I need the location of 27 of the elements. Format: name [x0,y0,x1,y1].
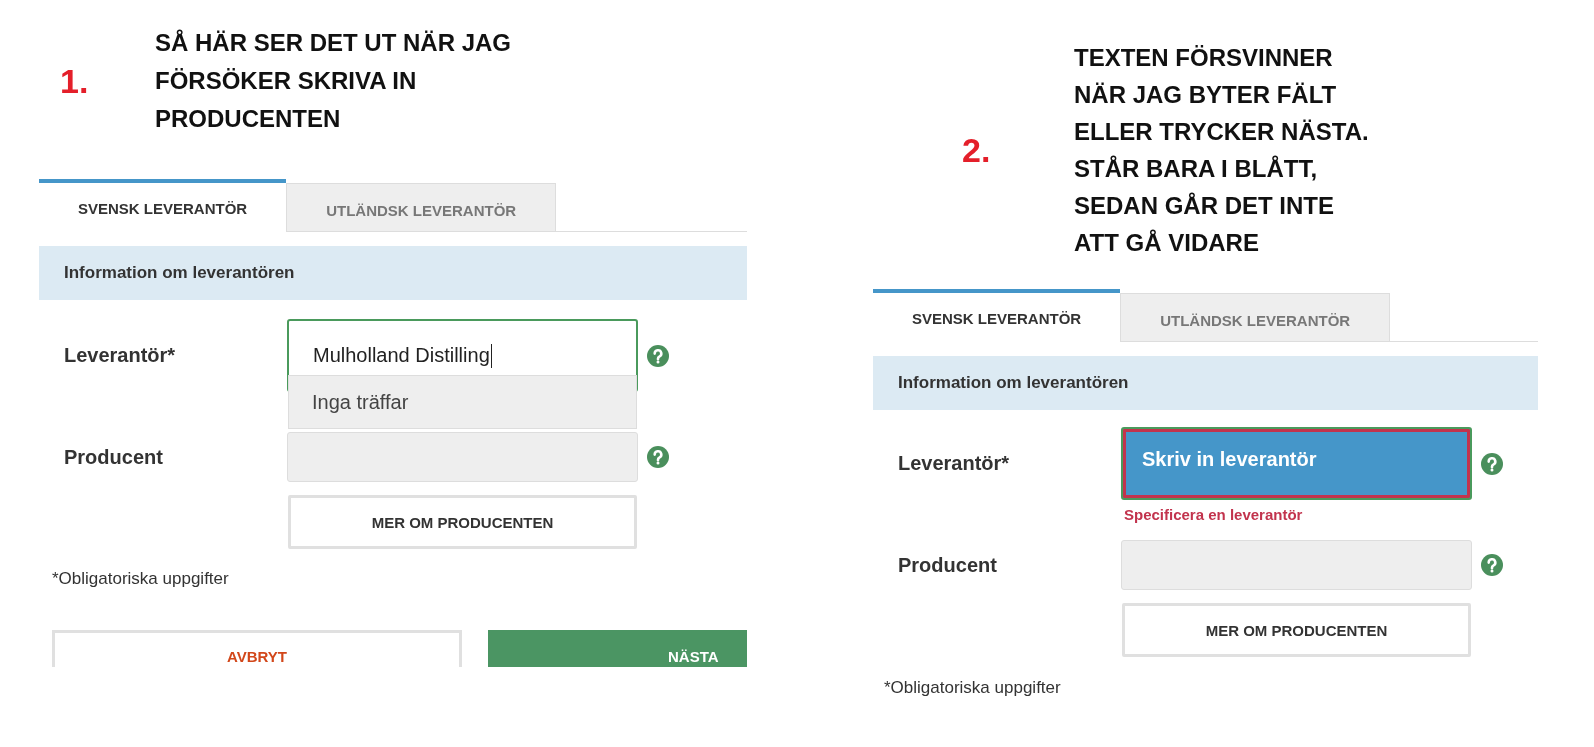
required-note: *Obligatoriska uppgifter [884,678,1061,698]
text-cursor-icon [490,343,492,368]
section-header: Information om leverantören [39,246,747,300]
error-message: Specificera en leverantör [1123,505,1303,523]
help-icon[interactable] [1481,452,1503,475]
tab[interactable]: SVENSK LEVERANTÖR [873,289,1121,342]
help-icon[interactable] [647,446,669,468]
tab[interactable]: UTLÄNDSK LEVERANTÖR [1120,293,1391,341]
more-button[interactable]: MER OM PRODUCENTEN [288,495,637,549]
no-results-message: Inga träffar [288,375,637,429]
help-icon[interactable] [647,344,669,367]
field-label: Producent [897,553,998,577]
section-header: Information om leverantören [873,356,1538,410]
field-label: Leverantör* [63,344,177,367]
tab[interactable]: SVENSK LEVERANTÖR [39,179,287,232]
field-label: Producent [63,445,164,469]
next-button[interactable]: NÄSTA [488,630,747,667]
help-icon[interactable] [1481,554,1503,576]
more-button[interactable]: MER OM PRODUCENTEN [1122,603,1471,657]
cancel-button[interactable]: AVBRYT [52,630,462,667]
tab[interactable]: UTLÄNDSK LEVERANTÖR [286,183,557,231]
step-number: 1. [60,61,90,101]
step-number: 2. [962,130,992,170]
annotation-text: TEXTEN FÖRSVINNER NÄR JAG BYTER FÄLT ELLER TRYCKER NÄSTA. STÅR BARA I BLÅTT, SEDAN GÅR DET INTE ATT GÅ VIDARE [1074,43,1369,258]
annotation-text: SÅ HÄR SER DET UT NÄR JAG FÖRSÖKER SKRIVA IN PRODUCENTEN [155,28,512,134]
required-note: *Obligatoriska uppgifter [52,569,229,589]
field-label: Leverantör* [897,452,1011,475]
